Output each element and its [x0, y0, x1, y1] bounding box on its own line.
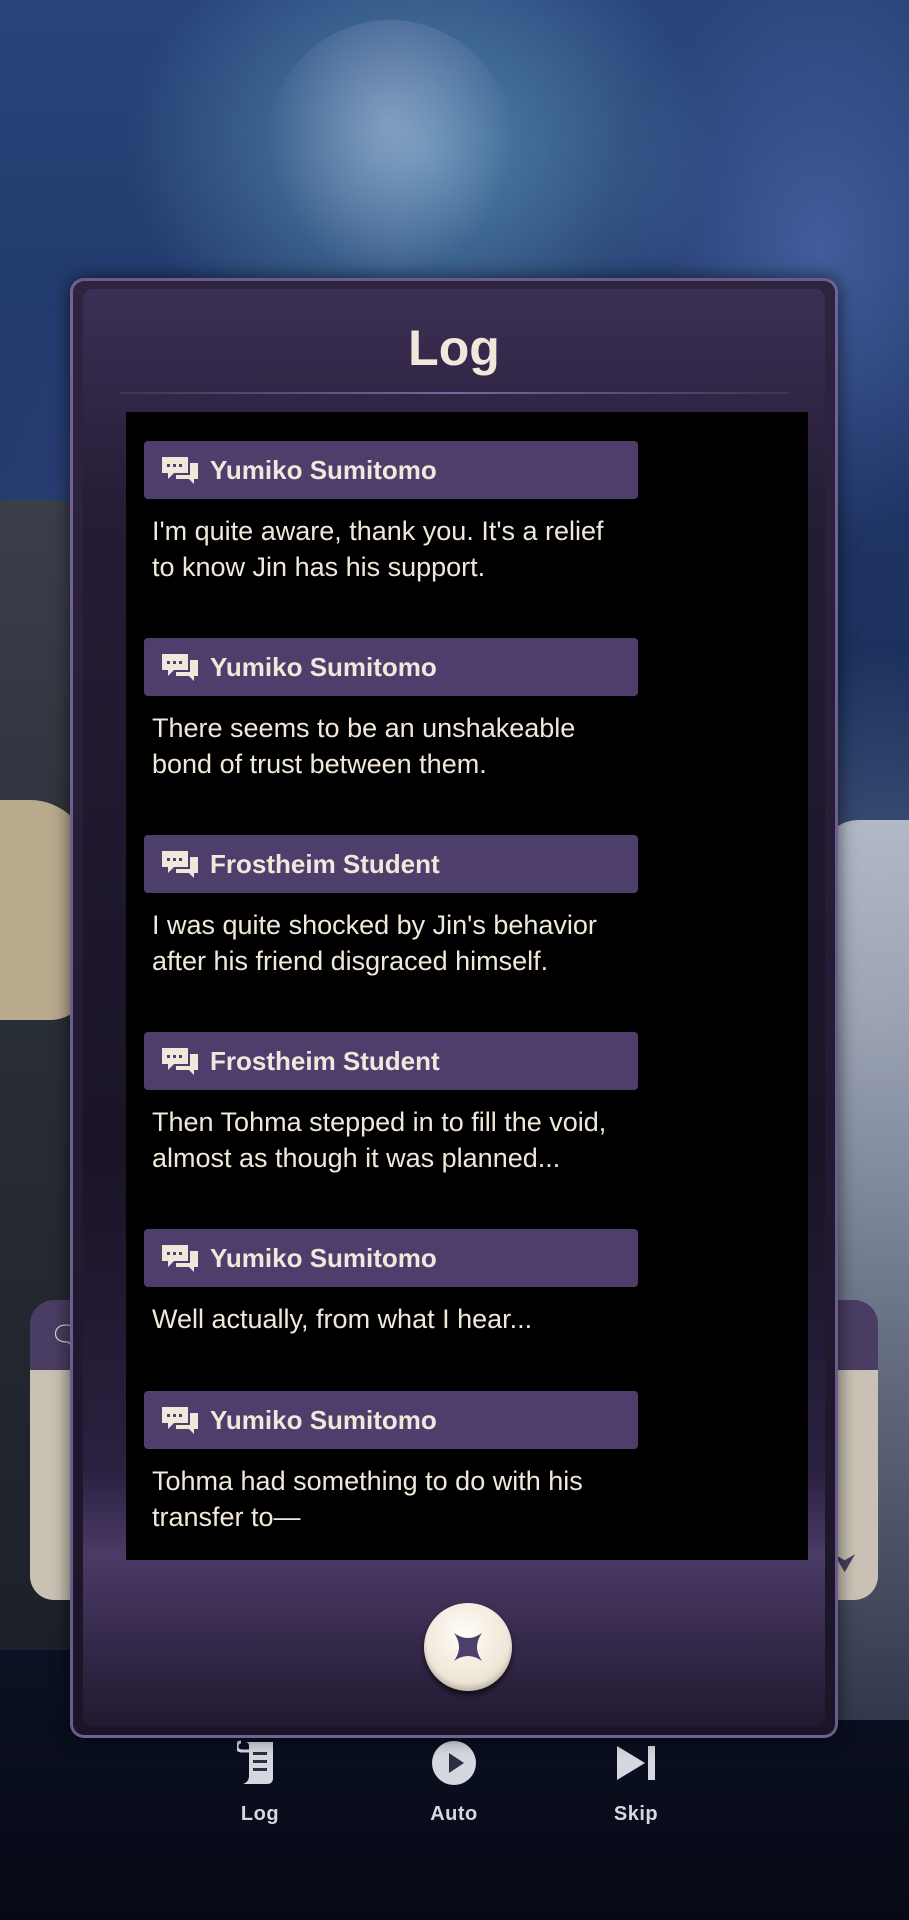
chandelier-art: [265, 20, 515, 280]
log-title: Log: [408, 320, 500, 376]
speaker-name: Frostheim Student: [210, 1045, 440, 1076]
dialogue-text: There seems to be an unshakeable bond of…: [152, 713, 576, 779]
speaker-bar[interactable]: Yumiko Sumitomo: [144, 1391, 638, 1449]
voice-chat-icon: [162, 457, 198, 484]
speaker-name: Yumiko Sumitomo: [210, 454, 437, 485]
log-window: Log Yumiko Sumitomo I'm quite aware, tha…: [70, 278, 838, 1738]
speaker-name: Yumiko Sumitomo: [210, 1242, 437, 1273]
dialogue-text: Then Tohma stepped in to fill the void, …: [152, 1107, 607, 1173]
voice-chat-icon: [162, 851, 198, 878]
voice-chat-icon: [162, 654, 198, 681]
speaker-bar[interactable]: Frostheim Student: [144, 835, 638, 893]
log-entry: Yumiko Sumitomo Well actually, from what…: [144, 1229, 638, 1337]
log-entry: Yumiko Sumitomo I'm quite aware, thank y…: [144, 441, 638, 585]
play-circle-icon: [399, 1735, 509, 1791]
skip-control[interactable]: Skip: [581, 1735, 691, 1826]
speaker-name: Yumiko Sumitomo: [210, 651, 437, 682]
dialogue-text: I was quite shocked by Jin's behavior af…: [152, 910, 597, 976]
voice-chat-icon: [162, 1048, 198, 1075]
dialogue-text: Tohma had something to do with his trans…: [152, 1466, 583, 1532]
dialogue-text: Well actually, from what I hear...: [152, 1304, 533, 1334]
dialogue-text: I'm quite aware, thank you. It's a relie…: [152, 516, 604, 582]
close-button[interactable]: [424, 1603, 512, 1691]
speaker-name: Frostheim Student: [210, 848, 440, 879]
log-control[interactable]: Log: [205, 1735, 315, 1826]
speaker-bar[interactable]: Yumiko Sumitomo: [144, 1229, 638, 1287]
auto-control-label: Auto: [430, 1803, 478, 1825]
close-x-icon: [454, 1633, 482, 1661]
log-entry: Yumiko Sumitomo Tohma had something to d…: [144, 1391, 638, 1535]
speaker-bar[interactable]: Yumiko Sumitomo: [144, 638, 638, 696]
log-entry: Frostheim Student Then Tohma stepped in …: [144, 1032, 638, 1176]
speaker-bar[interactable]: Frostheim Student: [144, 1032, 638, 1090]
bottom-controls: Log Auto Skip: [0, 1735, 909, 1845]
skip-forward-icon: [581, 1735, 691, 1791]
scroll-log-icon: [205, 1735, 315, 1791]
speaker-name: Yumiko Sumitomo: [210, 1404, 437, 1435]
voice-chat-icon: [162, 1407, 198, 1434]
speaker-bar[interactable]: Yumiko Sumitomo: [144, 441, 638, 499]
log-entries-list[interactable]: Yumiko Sumitomo I'm quite aware, thank y…: [126, 412, 808, 1560]
log-window-inner: Log Yumiko Sumitomo I'm quite aware, tha…: [83, 289, 825, 1727]
log-entry: Yumiko Sumitomo There seems to be an uns…: [144, 638, 638, 782]
auto-control[interactable]: Auto: [399, 1735, 509, 1826]
title-divider: [119, 392, 789, 394]
log-control-label: Log: [240, 1803, 280, 1825]
skip-control-label: Skip: [613, 1803, 659, 1825]
voice-chat-icon: [162, 1245, 198, 1272]
log-entry: Frostheim Student I was quite shocked by…: [144, 835, 638, 979]
